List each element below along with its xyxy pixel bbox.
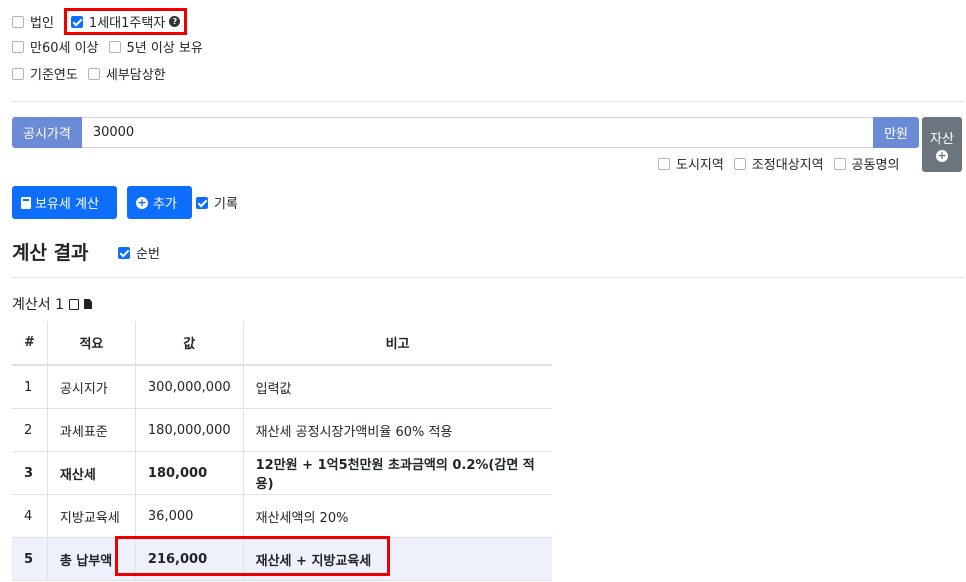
row-value: 180,000 bbox=[134, 451, 244, 495]
corporation-label: 법인 bbox=[30, 16, 54, 31]
sheet-title: 계산서 1 bbox=[12, 297, 64, 313]
table-header-row: # 적요 값 비고 bbox=[12, 321, 552, 366]
result-divider bbox=[12, 277, 964, 278]
row-note: 입력값 bbox=[242, 365, 552, 409]
order-checkbox[interactable] bbox=[118, 246, 130, 259]
regulated-area-label: 조정대상지역 bbox=[751, 158, 824, 173]
joint-ownership-label: 공동명의 bbox=[851, 158, 900, 173]
plus-circle-icon: + bbox=[136, 195, 148, 209]
table-row: 1 공시지가 300,000,000 입력값 bbox=[12, 365, 552, 409]
row-note: 재산세 공정시장가액비율 60% 적용 bbox=[242, 408, 552, 452]
row-note: 12만원 + 1억5천만원 초과금액의 0.2%(감면 적용) bbox=[242, 451, 552, 495]
file-icon[interactable] bbox=[84, 299, 92, 309]
order-label: 순번 bbox=[136, 247, 160, 262]
row-value: 36,000 bbox=[134, 494, 244, 538]
row-note: 재산세 + 지방교육세 bbox=[242, 537, 552, 581]
corporation-checkbox[interactable] bbox=[12, 15, 24, 28]
plus-circle-icon: + bbox=[936, 148, 948, 162]
calculator-icon bbox=[21, 196, 31, 209]
base-year-checkbox[interactable] bbox=[12, 67, 24, 80]
row-value: 216,000 bbox=[134, 537, 244, 581]
row-item: 공시지가 bbox=[46, 365, 136, 409]
region-options: 도시지역 조정대상지역 공동명의 bbox=[658, 154, 899, 173]
record-option: 기록 bbox=[196, 193, 248, 212]
record-checkbox[interactable] bbox=[196, 196, 208, 209]
one-house-highlight: 1세대1주택자 ? bbox=[63, 8, 188, 35]
table-row: 3 재산세 180,000 12만원 + 1억5천만원 초과금액의 0.2%(감… bbox=[12, 451, 552, 495]
options-row-2: 만60세 이상 5년 이상 보유 bbox=[12, 37, 213, 56]
age60-checkbox[interactable] bbox=[12, 40, 24, 53]
table-row: 2 과세표준 180,000,000 재산세 공정시장가액비율 60% 적용 bbox=[12, 408, 552, 452]
add-button[interactable]: + 추가 bbox=[127, 186, 192, 219]
add-label: 추가 bbox=[153, 197, 177, 212]
table-row: 4 지방교육세 36,000 재산세액의 20% bbox=[12, 494, 552, 538]
age60-label: 만60세 이상 bbox=[30, 41, 99, 56]
row-value: 180,000,000 bbox=[134, 408, 244, 452]
calc-tax-button[interactable]: 보유세 계산 bbox=[12, 186, 117, 219]
price-unit: 만원 bbox=[873, 117, 919, 148]
row-no: 3 bbox=[12, 451, 48, 495]
calc-tax-label: 보유세 계산 bbox=[35, 197, 99, 212]
urban-area-label: 도시지역 bbox=[676, 158, 724, 173]
asset-button-label: 자산 bbox=[930, 131, 954, 147]
asset-button[interactable]: 자산 + bbox=[922, 117, 962, 172]
row-item: 총 납부액 bbox=[46, 537, 136, 581]
row-value: 300,000,000 bbox=[134, 365, 244, 409]
row-item: 재산세 bbox=[46, 451, 136, 495]
joint-ownership-checkbox[interactable] bbox=[833, 157, 846, 170]
col-item-header: 적요 bbox=[46, 321, 136, 366]
row-no: 1 bbox=[12, 365, 48, 409]
regulated-area-checkbox[interactable] bbox=[733, 157, 746, 170]
result-title: 계산 결과 bbox=[12, 242, 89, 264]
base-year-label: 기준연도 bbox=[30, 68, 78, 83]
table-row-total: 5 총 납부액 216,000 재산세 + 지방교육세 bbox=[12, 537, 552, 581]
col-value-header: 값 bbox=[134, 321, 244, 366]
options-row-3: 기준연도 세부담상한 bbox=[12, 64, 176, 83]
options-row-1: 법인 1세대1주택자 ? bbox=[12, 8, 188, 35]
tax-cap-checkbox[interactable] bbox=[87, 67, 100, 80]
record-label: 기록 bbox=[214, 197, 238, 212]
row-no: 2 bbox=[12, 408, 48, 452]
col-note-header: 비고 bbox=[242, 321, 552, 366]
col-no-header: # bbox=[12, 321, 48, 366]
question-circle-icon[interactable]: ? bbox=[169, 16, 181, 27]
row-no: 4 bbox=[12, 494, 48, 538]
result-table: # 적요 값 비고 1 공시지가 300,000,000 입력값 2 과세표준 … bbox=[12, 321, 552, 581]
sheet-title-row: 계산서 1 bbox=[12, 294, 92, 314]
hold5y-checkbox[interactable] bbox=[108, 40, 121, 53]
divider bbox=[12, 101, 964, 102]
hold5y-label: 5년 이상 보유 bbox=[126, 41, 203, 56]
urban-area-checkbox[interactable] bbox=[658, 157, 670, 170]
row-item: 과세표준 bbox=[46, 408, 136, 452]
row-no: 5 bbox=[12, 537, 48, 581]
copy-icon[interactable] bbox=[69, 298, 79, 310]
row-note: 재산세액의 20% bbox=[242, 494, 552, 538]
one-house-checkbox[interactable] bbox=[70, 15, 83, 28]
row-item: 지방교육세 bbox=[46, 494, 136, 538]
price-input[interactable]: 30000 bbox=[81, 117, 874, 148]
price-prefix: 공시가격 bbox=[12, 117, 82, 148]
price-input-group: 공시가격 30000 만원 bbox=[12, 117, 919, 148]
order-option: 순번 bbox=[118, 243, 170, 262]
tax-cap-label: 세부담상한 bbox=[105, 68, 166, 83]
one-house-label: 1세대1주택자 bbox=[88, 16, 166, 31]
